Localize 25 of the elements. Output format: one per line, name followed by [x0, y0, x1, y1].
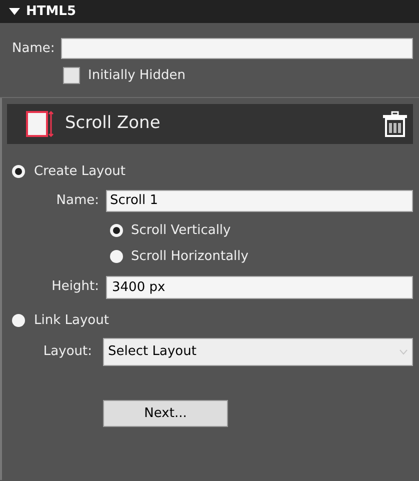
height-field[interactable]: 3400 px [106, 276, 413, 298]
radio-label: Create Layout [34, 163, 126, 181]
radio-label: Link Layout [34, 312, 109, 330]
section-title: HTML5 [26, 2, 76, 21]
layout-dropdown[interactable]: Select Layout [103, 338, 413, 366]
field-label: Layout: [42, 343, 92, 362]
radio-button[interactable] [12, 314, 25, 327]
name-input-field[interactable] [60, 38, 413, 59]
scroll-zone-icon [26, 111, 54, 137]
chevron-down-icon [399, 349, 408, 355]
collapse-triangle-icon[interactable] [9, 8, 20, 15]
field-label: Name: [12, 40, 55, 58]
next-button[interactable]: Next... [103, 400, 228, 427]
radio-button[interactable] [110, 250, 123, 264]
panel-title: Scroll Zone [65, 112, 162, 136]
field-label: Height: [50, 278, 99, 296]
radio-label: Scroll Horizontally [131, 248, 248, 266]
field-label: Name: [55, 192, 99, 210]
radio-label: Scroll Vertically [131, 222, 231, 240]
trash-icon[interactable] [382, 111, 408, 137]
radio-button[interactable] [110, 224, 123, 237]
checkbox[interactable] [63, 67, 80, 84]
layout-name-field[interactable]: Scroll 1 [106, 190, 413, 212]
radio-button[interactable] [12, 165, 25, 178]
checkbox-label: Initially Hidden [88, 67, 186, 85]
